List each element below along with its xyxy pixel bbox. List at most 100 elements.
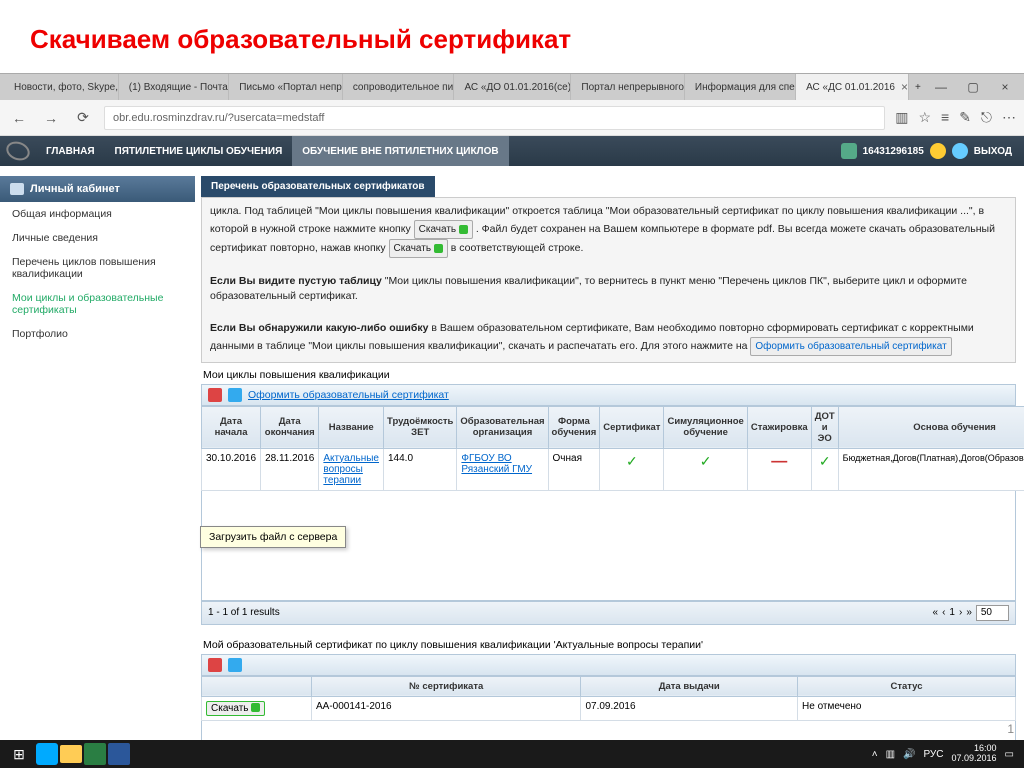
clock[interactable]: 16:00 07.09.2016 [952,744,997,764]
pager-prev[interactable]: ‹ [942,607,945,618]
col-sim[interactable]: Симуляционное обучение [664,406,747,448]
tray-notifications-icon[interactable]: ▭ [1005,749,1014,760]
col-start[interactable]: Дата начала [202,406,261,448]
col-form[interactable]: Форма обучения [548,406,600,448]
sidebar-item-general[interactable]: Общая информация [0,202,195,226]
sidebar-item-cycles-list[interactable]: Перечень циклов повышения квалификации [0,250,195,286]
col-basis[interactable]: Основа обучения [838,406,1024,448]
download-cert-button[interactable]: Скачать [206,701,265,716]
download-dot-icon [251,703,260,712]
close-button[interactable]: × [990,76,1020,98]
favorite-icon[interactable]: ☆ [918,109,931,126]
sidebar-item-portfolio[interactable]: Портфолио [0,322,195,346]
table-row: Скачать AA-000141-2016 07.09.2016 Не отм… [202,696,1016,720]
cycles-title: Мои циклы повышения квалификации [201,363,1016,384]
table-row: 30.10.2016 28.11.2016 Актуальные вопросы… [202,448,1024,490]
col-cert[interactable]: Сертификат [600,406,664,448]
slide-title: Скачиваем образовательный сертификат [0,0,1024,73]
tray-up-icon[interactable]: ˄ [872,749,878,760]
nav-main[interactable]: ГЛАВНАЯ [36,136,105,166]
pager-last[interactable]: » [966,607,972,618]
col-dot[interactable]: ДОТ и ЭО [811,406,838,448]
org-link[interactable]: ФГБОУ ВО Рязанский ГМУ [461,453,532,475]
create-cert-link[interactable]: Оформить образовательный сертификат [248,389,449,401]
reader-icon[interactable]: ▥ [895,109,908,126]
browser-chrome: Новости, фото, Skype, (1) Входящие - Поч… [0,73,1024,136]
refresh-button[interactable]: ⟳ [72,107,94,129]
check-icon: ✓ [600,448,664,490]
user-id: 16431296185 [863,146,924,157]
sidebar-item-my-cycles[interactable]: Мои циклы и образовательные сертификаты [0,286,195,322]
col-action [202,676,312,696]
tool-icon[interactable] [208,658,222,672]
col-name[interactable]: Название [319,406,384,448]
cycle-name-link[interactable]: Актуальные вопросы терапии [323,453,379,486]
browser-tab-active[interactable]: АС «ДС 01.01.2016× [796,74,909,100]
col-zet[interactable]: Трудоёмкость ЗЕТ [384,406,457,448]
pager-next[interactable]: › [959,607,962,618]
maximize-button[interactable]: ▢ [958,76,988,98]
download-inline-button[interactable]: Скачать [414,220,473,239]
refresh-icon[interactable] [228,658,242,672]
logout-button[interactable]: ВЫХОД [974,146,1012,157]
hub-icon[interactable]: ≡ [941,109,949,126]
help-icon[interactable] [930,143,946,159]
col-cert-date[interactable]: Дата выдачи [581,676,798,696]
create-cert-inline-button[interactable]: Оформить образовательный сертификат [750,337,951,356]
download-inline-button[interactable]: Скачать [389,239,448,258]
tool-icon[interactable] [208,388,222,402]
browser-tab[interactable]: Письмо «Портал непр [229,74,343,100]
info-icon[interactable] [952,143,968,159]
tray-network-icon[interactable]: ▥ [886,749,895,760]
more-icon[interactable]: ⋯ [1002,109,1016,126]
task-word[interactable] [108,743,130,765]
refresh-icon[interactable] [228,388,242,402]
pager-first[interactable]: « [933,607,939,618]
back-button[interactable]: ← [8,107,30,129]
task-explorer[interactable] [60,745,82,763]
nav-outside[interactable]: ОБУЧЕНИЕ ВНЕ ПЯТИЛЕТНИХ ЦИКЛОВ [292,136,508,166]
sub-tab-certs[interactable]: Перечень образовательных сертификатов [201,176,435,197]
page-size-select[interactable]: 50 [976,605,1009,621]
tooltip: Загрузить файл с сервера [200,526,346,548]
browser-tab[interactable]: АС «ДО 01.01.2016(се) [454,74,571,100]
minimize-button[interactable]: — [926,76,956,98]
task-edge[interactable] [36,743,58,765]
share-icon[interactable]: ⎋ [981,109,992,126]
nav-five-year[interactable]: ПЯТИЛЕТНИЕ ЦИКЛЫ ОБУЧЕНИЯ [105,136,293,166]
pager: 1 - 1 of 1 results « ‹ 1 › » 50 [201,601,1016,625]
browser-tab[interactable]: Новости, фото, Skype, [4,74,119,100]
task-excel[interactable] [84,743,106,765]
col-intern[interactable]: Стажировка [747,406,811,448]
tray-lang[interactable]: РУС [923,749,943,760]
col-cert-status[interactable]: Статус [798,676,1016,696]
sidebar-header: Личный кабинет [0,176,195,202]
forward-button[interactable]: → [40,107,62,129]
col-end[interactable]: Дата окончания [261,406,319,448]
url-input[interactable]: obr.edu.rosminzdrav.ru/?usercata=medstaf… [104,106,885,130]
browser-tab[interactable]: (1) Входящие - Почта [119,74,230,100]
close-icon[interactable]: × [901,80,908,94]
cycles-toolbar: Оформить образовательный сертификат [201,384,1016,406]
browser-tab[interactable]: Портал непрерывного [571,74,684,100]
taskbar: ⊞ ˄ ▥ 🔊 РУС 16:00 07.09.2016 ▭ [0,740,1024,768]
browser-tab[interactable]: Информация для спе [685,74,796,100]
logo-icon [4,138,33,163]
folder-icon [10,183,24,195]
dash-icon: — [747,448,811,490]
download-dot-icon [459,225,468,234]
download-dot-icon [434,244,443,253]
tray-sound-icon[interactable]: 🔊 [903,749,915,760]
new-tab-button[interactable]: + [909,74,926,100]
app-header: ГЛАВНАЯ ПЯТИЛЕТНИЕ ЦИКЛЫ ОБУЧЕНИЯ ОБУЧЕН… [0,136,1024,166]
page-number: 1 [1007,722,1014,736]
sidebar: Личный кабинет Общая информация Личные с… [0,166,195,745]
pager-results: 1 - 1 of 1 results [208,607,280,618]
cert-toolbar [201,654,1016,676]
col-cert-num[interactable]: № сертификата [312,676,581,696]
notes-icon[interactable]: ✎ [959,109,971,126]
start-button[interactable]: ⊞ [4,742,34,766]
col-org[interactable]: Образовательная организация [457,406,548,448]
browser-tab[interactable]: сопроводительное пи [343,74,455,100]
sidebar-item-personal[interactable]: Личные сведения [0,226,195,250]
